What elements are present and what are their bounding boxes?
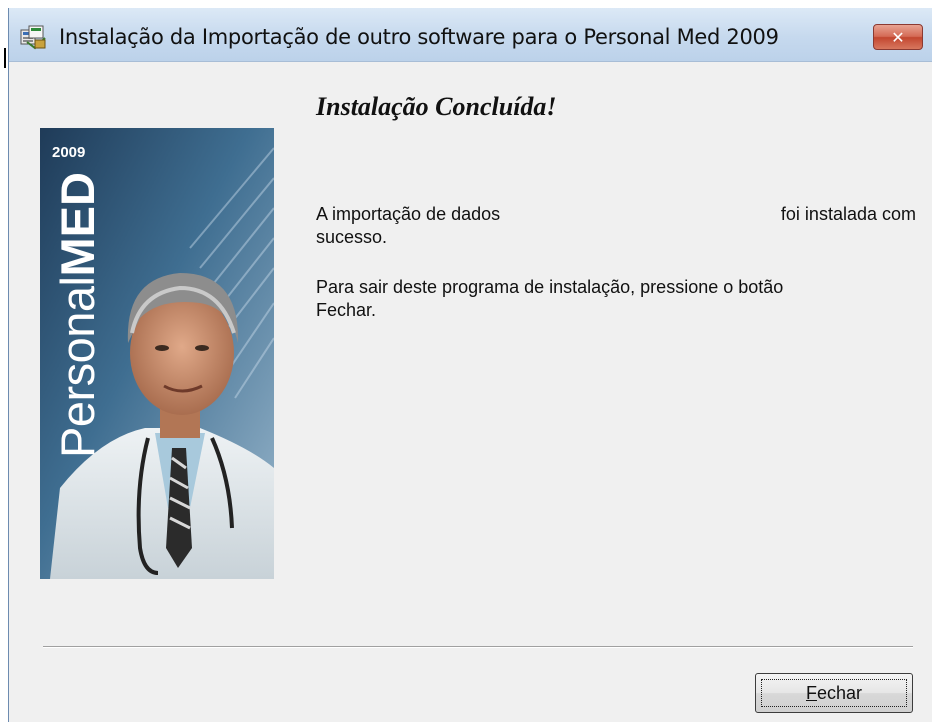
button-mnemonic: F (805, 682, 817, 703)
footer-separator (43, 646, 913, 648)
window-title: Instalação da Importação de outro softwa… (59, 25, 779, 49)
message-text: Para sair deste programa de instalação, … (316, 277, 784, 297)
brand-name-light: Personal (51, 276, 104, 459)
completion-heading: Instalação Concluída! (316, 92, 557, 121)
message-text: Fechar. (316, 300, 377, 320)
close-icon: ✕ (891, 27, 905, 47)
message-text: sucesso. (316, 227, 388, 247)
message-text: A importação de dados (316, 204, 501, 224)
screen-edge-mark (4, 48, 6, 68)
installer-dialog: Instalação da Importação de outro softwa… (8, 8, 932, 722)
focus-rectangle: Fechar (761, 679, 907, 707)
title-bar[interactable]: Instalação da Importação de outro softwa… (9, 8, 932, 62)
brand-name-bold: MED (51, 172, 104, 277)
button-label: echar (816, 682, 863, 703)
fechar-button[interactable]: Fechar (755, 673, 913, 713)
installer-icon[interactable] (19, 24, 47, 50)
window-close-button[interactable]: ✕ (873, 24, 923, 50)
brand-logo-text: PersonalMED (50, 128, 106, 458)
message-text: foi instalada com (780, 204, 916, 224)
personalmed-banner-image: 2009 PersonalMED (40, 128, 274, 579)
